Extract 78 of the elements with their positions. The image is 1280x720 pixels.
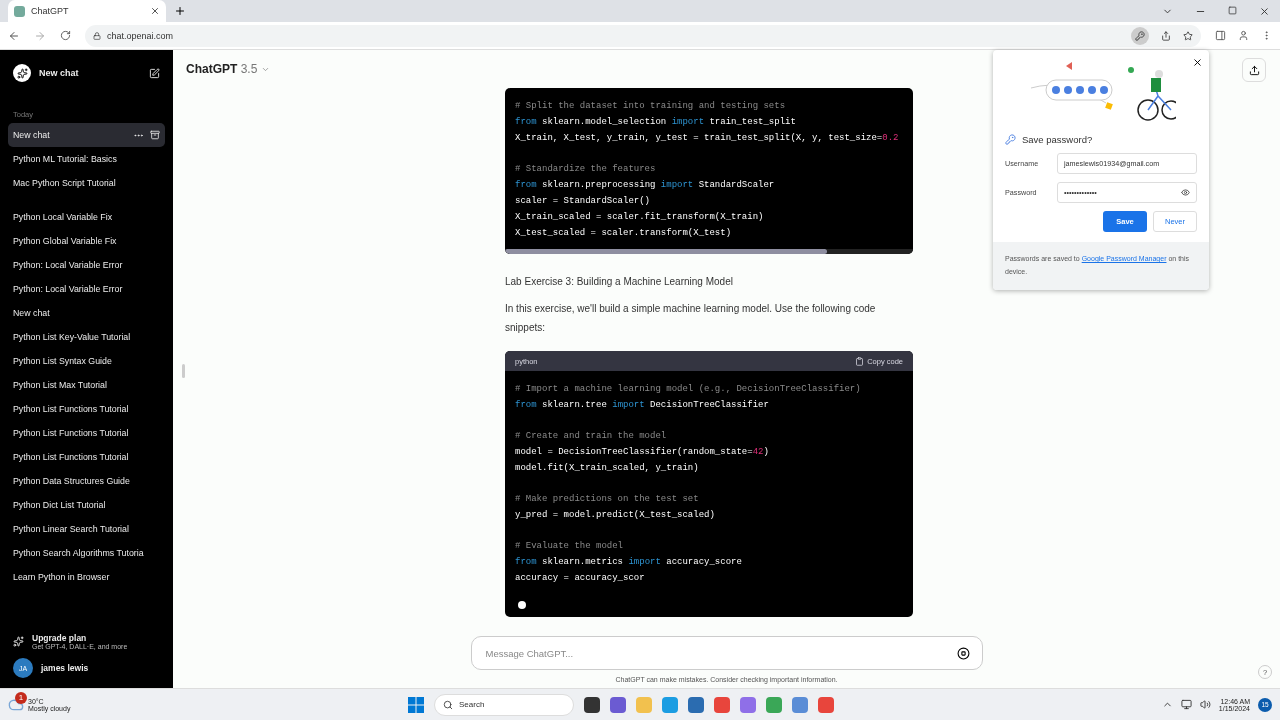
logo-icon [13, 64, 31, 82]
close-icon[interactable] [1259, 5, 1270, 17]
profile-icon[interactable] [1238, 30, 1249, 41]
search-icon [443, 699, 453, 710]
chat-item[interactable]: Python: Local Variable Error [8, 253, 165, 277]
chat-item[interactable]: Python Global Variable Fix [8, 229, 165, 253]
chat-item[interactable]: Python Search Algorithms Tutoria [8, 541, 165, 565]
chat-item[interactable]: Python List Max Tutorial [8, 373, 165, 397]
key-icon [1005, 134, 1016, 145]
chat-item[interactable]: Python List Key-Value Tutorial [8, 325, 165, 349]
taskbar-app-icon[interactable] [584, 696, 600, 713]
volume-icon[interactable] [1199, 699, 1211, 710]
message-field[interactable]: Message ChatGPT... [470, 636, 983, 670]
chat-item[interactable]: Python List Syntax Guide [8, 349, 165, 373]
sidebar-handle[interactable] [182, 364, 185, 378]
code-line: # Evaluate the model [515, 540, 625, 553]
code-line: model.fit(X_train_scaled, y_train) [515, 462, 700, 475]
code-line: from sklearn.preprocessing import StandardScaler [515, 179, 776, 192]
chat-item[interactable]: Python List Functions Tutorial [8, 397, 165, 421]
lock-icon [93, 31, 101, 40]
chat-item[interactable]: Python List Functions Tutorial [8, 421, 165, 445]
chat-item[interactable]: Mac Python Script Tutorial [8, 171, 165, 195]
code-line: from sklearn.metrics import accuracy_score [515, 556, 743, 569]
back-icon[interactable] [8, 29, 20, 42]
close-icon[interactable] [150, 6, 160, 16]
chat-item[interactable]: Python Local Variable Fix [8, 205, 165, 229]
code-line: # Create and train the model [515, 430, 668, 443]
code-line: y_pred = model.predict(X_test_scaled) [515, 509, 716, 522]
code-line: X_train_scaled = scaler.fit_transform(X_train) [515, 211, 765, 224]
chat-item[interactable]: Python ML Tutorial: Basics [8, 147, 165, 171]
archive-icon[interactable] [150, 130, 160, 140]
share-icon[interactable] [1161, 30, 1171, 41]
code-line: # Import a machine learning model (e.g., DecisionTreeClassifier) [515, 383, 862, 396]
code-line: scaler = StandardScaler() [515, 195, 652, 208]
taskbar-search[interactable]: Search [434, 693, 574, 716]
code-line: # Make predictions on the test set [515, 493, 700, 506]
new-tab-icon[interactable] [174, 5, 186, 17]
clipboard-icon [855, 356, 865, 366]
section-heading: Lab Exercise 3: Building a Machine Learning Model [505, 275, 734, 289]
windows-start-icon[interactable] [408, 696, 424, 713]
chat-item[interactable]: Python Linear Search Tutorial [8, 517, 165, 541]
code-line: X_test_scaled = scaler.transform(X_test) [515, 227, 733, 240]
popup-title: Save password? [1022, 134, 1093, 145]
taskbar-app-icon[interactable] [688, 696, 704, 713]
message-input[interactable]: Message ChatGPT... [483, 646, 957, 660]
code-line: from sklearn.tree import DecisionTreeClassifier [515, 399, 770, 412]
sparkle-icon [13, 636, 24, 647]
restore-icon[interactable] [1228, 5, 1237, 15]
share-button[interactable] [1242, 58, 1266, 82]
chat-item[interactable]: Python Dict List Tutorial [8, 493, 165, 517]
model-selector[interactable]: ChatGPT 3.5 [186, 62, 258, 76]
notification-badge: 1 [15, 691, 27, 704]
star-icon[interactable] [1183, 30, 1193, 41]
browser-tab[interactable]: ChatGPT [8, 0, 166, 22]
chat-item[interactable]: Python: Local Variable Error [8, 277, 165, 301]
code-line: model = DecisionTreeClassifier(random_state=42) [515, 446, 770, 459]
code-line: X_train, X_test, y_train, y_test = train_test_split(X, y, test_size=0.2 [515, 132, 900, 145]
stop-icon[interactable] [956, 646, 970, 660]
reload-icon[interactable] [60, 30, 71, 41]
code-line: # Split the dataset into training and testing sets [515, 100, 787, 113]
new-chat-button[interactable]: New chat [8, 58, 165, 88]
chat-item[interactable]: Learn Python in Browser [8, 565, 165, 589]
chat-item[interactable]: Python Data Structures Guide [8, 469, 165, 493]
code-line: accuracy = accuracy_scor [515, 572, 646, 585]
chat-item[interactable]: New chat [8, 301, 165, 325]
key-icon[interactable] [1131, 26, 1149, 45]
side-panel-icon[interactable] [1215, 30, 1226, 41]
code-line: # Standardize the features [515, 163, 657, 176]
paragraph: In this exercise, we'll build a simple machine learning model. Use the following code snippets: [505, 302, 877, 335]
chat-item[interactable]: Python List Functions Tutorial [8, 445, 165, 469]
address-bar[interactable]: chat.openai.com [85, 24, 1201, 47]
chat-item[interactable]: New chat [8, 123, 165, 147]
eye-icon[interactable] [1181, 188, 1190, 197]
site-icon [14, 5, 25, 17]
edit-icon[interactable] [149, 67, 160, 79]
upload-icon [1248, 64, 1260, 76]
close-icon[interactable] [1192, 57, 1203, 68]
code-line: from sklearn.model_selection import train_test_split [515, 116, 797, 129]
